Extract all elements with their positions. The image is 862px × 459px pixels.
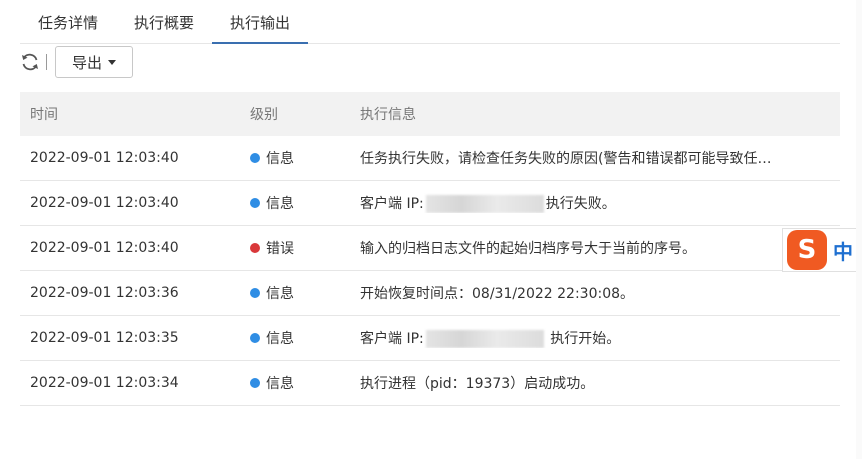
tab-execution-summary[interactable]: 执行概要 <box>116 0 212 44</box>
info-dot-icon <box>250 198 260 208</box>
row-level: 信息 <box>250 328 360 348</box>
level-label: 信息 <box>266 196 294 212</box>
info-dot-icon <box>250 378 260 388</box>
export-button-label: 导出 <box>72 53 103 72</box>
tab-execution-output[interactable]: 执行输出 <box>212 0 309 44</box>
row-level: 信息 <box>250 148 360 168</box>
redacted-ip <box>425 330 544 348</box>
row-level: 错误 <box>250 238 360 258</box>
tab-task-details[interactable]: 任务详情 <box>20 0 116 44</box>
row-time: 2022-09-01 12:03:35 <box>30 330 179 346</box>
refresh-icon[interactable] <box>20 52 40 72</box>
table-row: 2022-09-01 12:03:40 错误 输入的归档日志文件的起始归档序号大… <box>20 226 840 271</box>
redacted-ip <box>425 195 544 213</box>
toolbar: 导出 <box>20 46 134 78</box>
info-dot-icon <box>250 288 260 298</box>
row-time: 2022-09-01 12:03:40 <box>30 195 179 211</box>
row-message: 输入的归档日志文件的起始归档序号大于当前的序号。 <box>360 241 696 257</box>
table-row: 2022-09-01 12:03:40 信息 客户端 IP: 执行失败。 <box>20 181 840 226</box>
row-message: 客户端 IP: 执行失败。 <box>360 193 840 213</box>
row-time: 2022-09-01 12:03:40 <box>30 150 179 166</box>
table-row: 2022-09-01 12:03:34 信息 执行进程（pid：19373）启动… <box>20 361 840 406</box>
table-row: 2022-09-01 12:03:36 信息 开始恢复时间点：08/31/202… <box>20 271 840 316</box>
toolbar-divider <box>46 54 47 70</box>
tab-bar: 任务详情 执行概要 执行输出 <box>20 0 840 44</box>
caret-down-icon <box>108 59 117 65</box>
table-row: 2022-09-01 12:03:40 信息 任务执行失败，请检查任务失败的原因… <box>20 136 840 181</box>
log-table: 时间 级别 执行信息 2022-09-01 12:03:40 信息 任务执行失败… <box>20 92 840 406</box>
header-level: 级别 <box>250 107 278 123</box>
row-time: 2022-09-01 12:03:34 <box>30 375 179 391</box>
info-dot-icon <box>250 153 260 163</box>
row-message: 开始恢复时间点：08/31/2022 22:30:08。 <box>360 286 635 302</box>
level-label: 错误 <box>266 241 294 257</box>
level-label: 信息 <box>266 376 294 392</box>
row-message: 任务执行失败，请检查任务失败的原因(警告和错误都可能导致任… <box>360 151 772 167</box>
row-time: 2022-09-01 12:03:40 <box>30 240 179 256</box>
row-message: 客户端 IP: 执行开始。 <box>360 328 840 348</box>
level-label: 信息 <box>266 331 294 347</box>
message-suffix: 执行失败。 <box>545 196 616 212</box>
level-label: 信息 <box>266 286 294 302</box>
level-label: 信息 <box>266 151 294 167</box>
message-suffix: 执行开始。 <box>545 331 621 347</box>
message-prefix: 客户端 IP: <box>360 331 424 347</box>
header-time: 时间 <box>30 107 58 123</box>
info-dot-icon <box>250 333 260 343</box>
ime-mode-indicator[interactable]: 中 <box>833 236 853 265</box>
sogou-logo-icon: S <box>787 230 827 270</box>
header-message: 执行信息 <box>360 107 416 123</box>
row-message: 执行进程（pid：19373）启动成功。 <box>360 376 595 392</box>
table-header: 时间 级别 执行信息 <box>20 92 840 136</box>
row-level: 信息 <box>250 373 360 393</box>
error-dot-icon <box>250 243 260 253</box>
row-level: 信息 <box>250 283 360 303</box>
row-time: 2022-09-01 12:03:36 <box>30 285 179 301</box>
table-row: 2022-09-01 12:03:35 信息 客户端 IP: 执行开始。 <box>20 316 840 361</box>
row-level: 信息 <box>250 193 360 213</box>
ime-toolbar[interactable]: S 中 <box>782 228 862 272</box>
message-prefix: 客户端 IP: <box>360 196 424 212</box>
export-button[interactable]: 导出 <box>55 46 134 78</box>
scrollbar[interactable] <box>856 0 862 459</box>
